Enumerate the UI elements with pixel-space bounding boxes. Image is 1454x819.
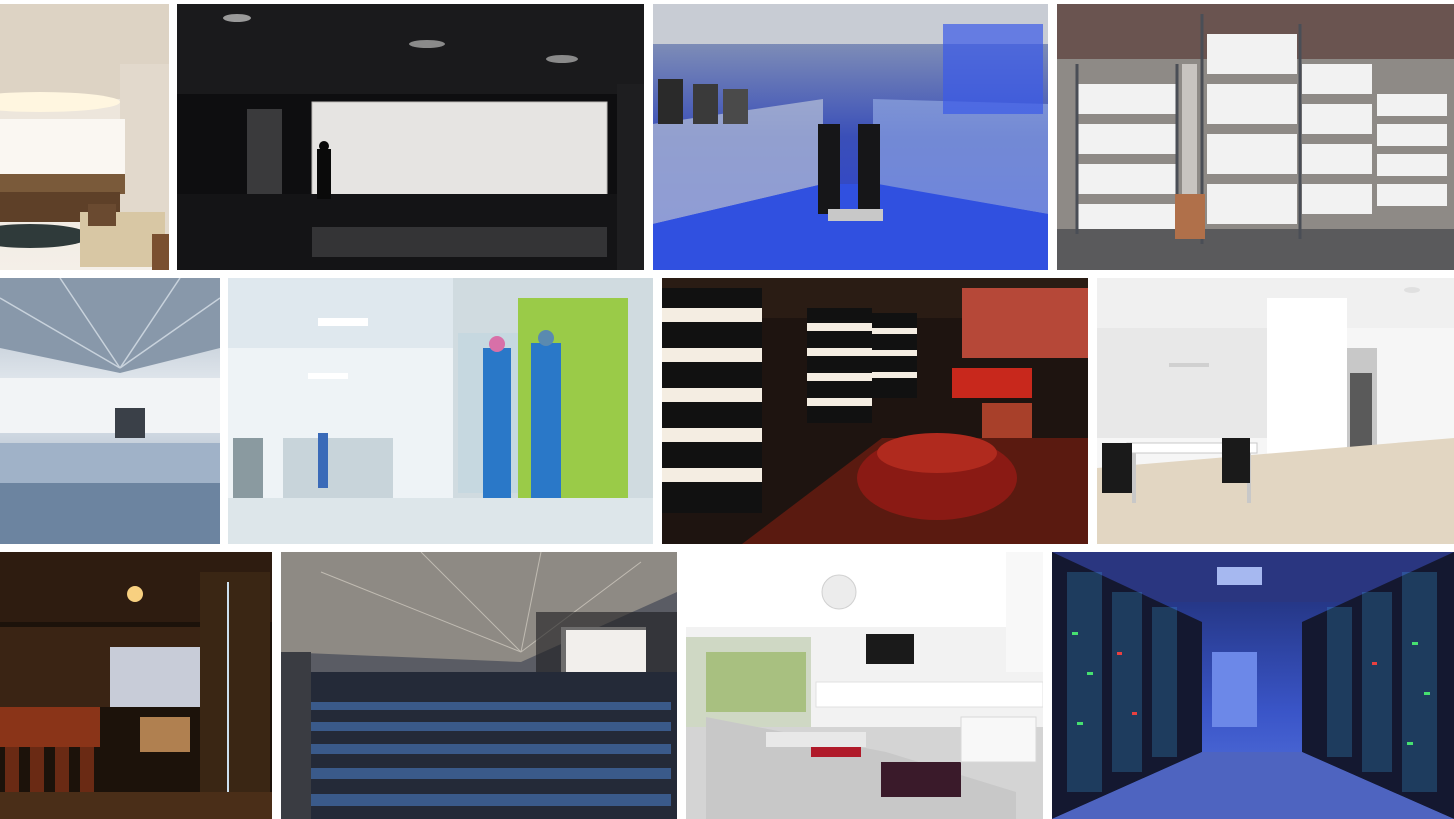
photo-lounge-cove-lighting — [0, 4, 169, 270]
photo-auditorium — [281, 552, 677, 819]
photo-server-room — [1052, 552, 1454, 819]
photo-terminal-hall-skylight — [0, 278, 220, 544]
photo-bar-restaurant — [0, 552, 272, 819]
photo-backlit-wall-silhouette — [177, 4, 644, 270]
photo-white-office — [1097, 278, 1454, 544]
photo-airport-moving-walkway — [653, 4, 1048, 270]
photo-red-lounge-striped-columns — [662, 278, 1088, 544]
photo-hospital-corridor-staff — [228, 278, 653, 544]
photo-living-room — [686, 552, 1043, 819]
photo-warehouse-racks — [1057, 4, 1454, 270]
